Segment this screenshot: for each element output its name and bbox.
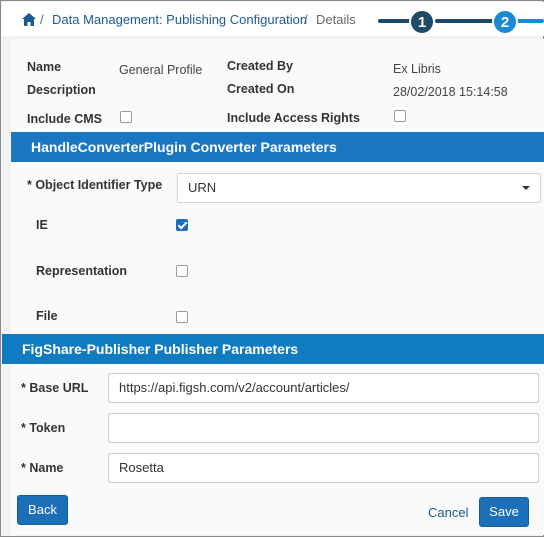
name-label: Name (27, 60, 62, 74)
save-button[interactable]: Save (479, 497, 529, 527)
description-label: Description (27, 83, 96, 97)
created-by-value: Ex Libris (393, 62, 441, 76)
base-url-label: * Base URL (21, 381, 89, 395)
representation-label: Representation (36, 264, 127, 278)
file-label: File (36, 309, 58, 323)
object-identifier-type-select[interactable]: URN (177, 173, 541, 203)
converter-section-header: HandleConverterPlugin Converter Paramete… (11, 132, 544, 162)
include-cms-label: Include CMS (27, 112, 103, 126)
breadcrumb-separator: / (40, 12, 44, 27)
breadcrumb-link[interactable]: Data Management: Publishing Configuratio… (52, 12, 307, 27)
ie-label: IE (36, 218, 48, 232)
representation-checkbox[interactable] (176, 265, 188, 277)
chevron-down-icon (522, 186, 530, 190)
publisher-name-label: * Name (21, 461, 64, 475)
home-icon[interactable] (22, 13, 36, 26)
ie-checkbox[interactable] (176, 219, 188, 231)
publisher-name-input[interactable]: Rosetta (108, 453, 539, 483)
step-1-indicator[interactable]: 1 (409, 9, 435, 35)
name-value: General Profile (119, 63, 203, 77)
step-2-indicator[interactable]: 2 (492, 9, 518, 35)
token-input[interactable] (108, 413, 539, 443)
include-access-rights-checkbox[interactable] (394, 110, 406, 122)
base-url-input[interactable]: https://api.figsh.com/v2/account/article… (108, 373, 539, 403)
back-button[interactable]: Back (17, 495, 68, 525)
created-on-value: 28/02/2018 15:14:58 (393, 85, 508, 99)
created-by-label: Created By (227, 59, 293, 73)
include-cms-checkbox[interactable] (120, 111, 132, 123)
breadcrumb-separator: / (304, 12, 308, 27)
token-label: * Token (21, 421, 66, 435)
include-access-rights-label: Include Access Rights (227, 111, 360, 125)
object-identifier-type-value: URN (188, 180, 217, 195)
breadcrumb-current: Details (316, 12, 356, 27)
header-bar: / Data Management: Publishing Configurat… (2, 2, 544, 36)
file-checkbox[interactable] (176, 311, 188, 323)
publisher-section-header: FigShare-Publisher Publisher Parameters (2, 334, 544, 364)
created-on-label: Created On (227, 82, 295, 96)
object-identifier-type-label: * Object Identifier Type (27, 178, 163, 192)
cancel-button[interactable]: Cancel (428, 505, 468, 520)
window-frame: / Data Management: Publishing Configurat… (0, 0, 544, 537)
